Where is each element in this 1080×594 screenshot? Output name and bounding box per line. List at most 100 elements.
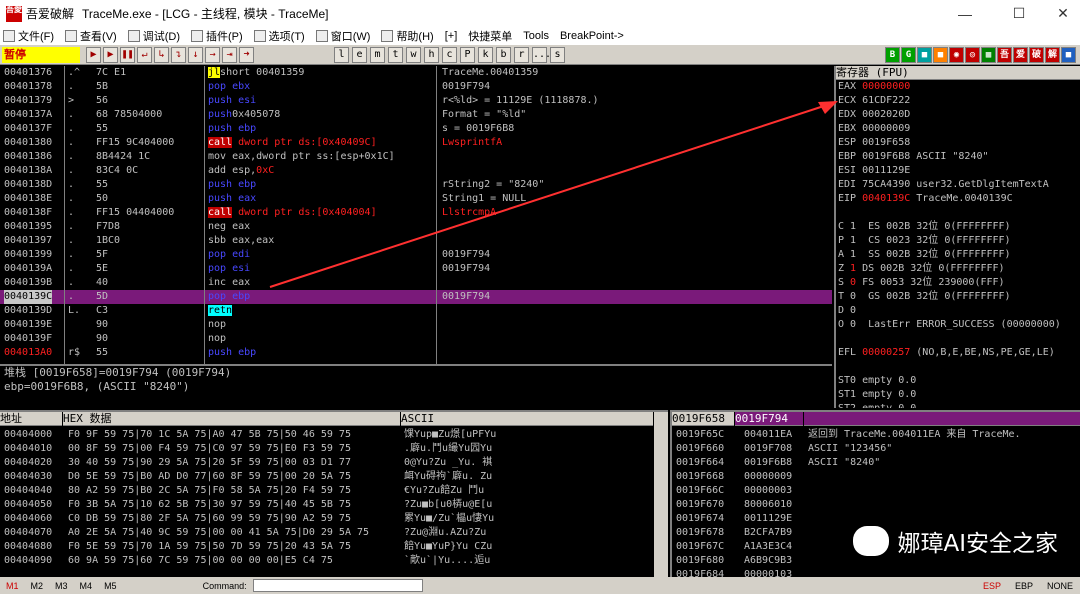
- dump-pane[interactable]: 地址 HEX 数据 ASCII 00404000 F0 9F 59 75|70 1…: [0, 410, 668, 577]
- disasm-row[interactable]: 0040137F. 55 push ebp s = 0019F6B8: [0, 122, 832, 136]
- disasm-row[interactable]: 0040138F. FF15 04404000 call dword ptr ds:…: [0, 206, 832, 220]
- window-shortcut-button[interactable]: h: [424, 47, 439, 63]
- dump-scrollbar[interactable]: [654, 412, 668, 577]
- stack-row[interactable]: 0019F670 80006010: [672, 498, 1080, 512]
- stack-row[interactable]: 0019F65C 004011EA 返回到 TraceMe.004011EA 来自 …: [672, 428, 1080, 442]
- bookmark-button[interactable]: M5: [104, 581, 117, 591]
- register-line[interactable]: S 0 FS 0053 32位 239000(FFF): [838, 276, 1080, 290]
- disasm-row[interactable]: 00401386. 8B4424 1C mov eax,dword ptr ss:[…: [0, 150, 832, 164]
- toolbar-button[interactable]: ⇥: [222, 47, 237, 63]
- menu-item[interactable]: 窗口(W): [313, 28, 379, 44]
- window-shortcut-button[interactable]: k: [478, 47, 493, 63]
- register-line[interactable]: ST0 empty 0.0: [838, 374, 1080, 388]
- menu-item[interactable]: 查看(V): [62, 28, 125, 44]
- disasm-row[interactable]: 00401397. 1BC0 sbb eax,eax: [0, 234, 832, 248]
- disasm-row[interactable]: 0040138D. 55 push ebp rString2 = "8240": [0, 178, 832, 192]
- toolbar-button[interactable]: ↳: [154, 47, 169, 63]
- menu-item[interactable]: Tools: [520, 30, 557, 42]
- window-shortcut-button[interactable]: e: [352, 47, 367, 63]
- toolbar-button[interactable]: ▶: [86, 47, 101, 63]
- dump-row[interactable]: 00404000 F0 9F 59 75|70 1C 5A 75|A0 47 5B…: [0, 428, 652, 442]
- minimize-button[interactable]: —: [942, 0, 988, 27]
- dump-row[interactable]: 00404080 F0 5E 59 75|70 1A 59 75|50 7D 59…: [0, 540, 652, 554]
- disasm-row[interactable]: 0040139D L. C3 retn: [0, 304, 832, 318]
- window-shortcut-button[interactable]: t: [388, 47, 403, 63]
- disasm-row[interactable]: 0040139C. 5D pop ebp 0019F794: [0, 290, 832, 304]
- disasm-row[interactable]: 0040139E 90 nop: [0, 318, 832, 332]
- menu-item[interactable]: 快捷菜单: [465, 28, 520, 44]
- register-line[interactable]: ESP 0019F658: [838, 136, 1080, 150]
- plugin-button[interactable]: ◉: [949, 47, 964, 63]
- stack-row[interactable]: 0019F66C 00000003: [672, 484, 1080, 498]
- register-line[interactable]: D 0: [838, 304, 1080, 318]
- dump-row[interactable]: 00404060 C0 DB 59 75|80 2F 5A 75|60 99 59…: [0, 512, 652, 526]
- plugin-button[interactable]: 爱: [1013, 47, 1028, 63]
- register-line[interactable]: [838, 332, 1080, 346]
- registers-pane[interactable]: 寄存器 (FPU) EAX 00000000 ECX 61CDF222 EDX 00…: [834, 66, 1080, 408]
- bookmark-button[interactable]: M1: [6, 581, 19, 591]
- toolbar-button[interactable]: ▶: [103, 47, 118, 63]
- plugin-button[interactable]: ▦: [981, 47, 996, 63]
- stack-row[interactable]: 0019F684 00000103: [672, 568, 1080, 577]
- menu-item[interactable]: 帮助(H): [378, 28, 441, 44]
- register-line[interactable]: EIP 0040139C TraceMe.0040139C: [838, 192, 1080, 206]
- register-line[interactable]: A 1 SS 002B 32位 0(FFFFFFFF): [838, 248, 1080, 262]
- disasm-row[interactable]: 00401399. 5F pop edi 0019F794: [0, 248, 832, 262]
- dump-row[interactable]: 00404090 60 9A 59 75|60 7C 59 75|00 00 00…: [0, 554, 652, 568]
- register-line[interactable]: Z 1 DS 002B 32位 0(FFFFFFFF): [838, 262, 1080, 276]
- window-shortcut-button[interactable]: s: [550, 47, 565, 63]
- plugin-button[interactable]: 解: [1045, 47, 1060, 63]
- register-line[interactable]: EAX 00000000: [838, 80, 1080, 94]
- maximize-button[interactable]: ☐: [996, 0, 1042, 27]
- register-line[interactable]: ST1 empty 0.0: [838, 388, 1080, 402]
- toolbar-button[interactable]: →: [205, 47, 220, 63]
- menu-item[interactable]: 插件(P): [188, 28, 251, 44]
- register-line[interactable]: [838, 206, 1080, 220]
- register-line[interactable]: P 1 CS 0023 32位 0(FFFFFFFF): [838, 234, 1080, 248]
- dump-row[interactable]: 00404040 80 A2 59 75|B0 2C 5A 75|F0 58 5A…: [0, 484, 652, 498]
- toolbar-button[interactable]: ↵: [137, 47, 152, 63]
- register-line[interactable]: T 0 GS 002B 32位 0(FFFFFFFF): [838, 290, 1080, 304]
- menu-item[interactable]: 文件(F): [0, 28, 62, 44]
- plugin-button[interactable]: ■: [917, 47, 932, 63]
- disasm-row[interactable]: 0040139B. 40 inc eax: [0, 276, 832, 290]
- toolbar-button[interactable]: ➜: [239, 47, 254, 63]
- register-line[interactable]: EFL 00000257 (NO,B,E,BE,NS,PE,GE,LE): [838, 346, 1080, 360]
- window-shortcut-button[interactable]: ...: [532, 47, 551, 63]
- plugin-button[interactable]: B: [885, 47, 900, 63]
- menu-item[interactable]: BreakPoint->: [557, 30, 632, 42]
- toolbar-button[interactable]: ❚❚: [120, 47, 135, 63]
- disasm-row[interactable]: 00401379 >56 push esi r<%ld> = 11129E (1118…: [0, 94, 832, 108]
- register-line[interactable]: EDI 75CA4390 user32.GetDlgItemTextA: [838, 178, 1080, 192]
- disasm-row[interactable]: 00401395. F7D8 neg eax: [0, 220, 832, 234]
- disasm-row[interactable]: 0040139F 90 nop: [0, 332, 832, 346]
- menu-item[interactable]: [+]: [442, 30, 466, 42]
- window-shortcut-button[interactable]: c: [442, 47, 457, 63]
- toolbar-button[interactable]: ↓: [188, 47, 203, 63]
- dump-row[interactable]: 00404020 30 40 59 75|90 29 5A 75|20 5F 59…: [0, 456, 652, 470]
- register-line[interactable]: C 1 ES 002B 32位 0(FFFFFFFF): [838, 220, 1080, 234]
- dump-row[interactable]: 00404030 D0 5E 59 75|B0 AD D0 77|60 8F 59…: [0, 470, 652, 484]
- menu-item[interactable]: 选项(T): [251, 28, 313, 44]
- window-shortcut-button[interactable]: P: [460, 47, 475, 63]
- command-input[interactable]: [252, 579, 423, 592]
- register-line[interactable]: O 0 LastErr ERROR_SUCCESS (00000000): [838, 318, 1080, 332]
- dump-row[interactable]: 00404010 00 8F 59 75|00 F4 59 75|C0 97 59…: [0, 442, 652, 456]
- status-flag[interactable]: EBP: [1015, 581, 1033, 591]
- stack-row[interactable]: 0019F660 0019F708 ASCII "123456": [672, 442, 1080, 456]
- disasm-row[interactable]: 0040139A. 5E pop esi 0019F794: [0, 262, 832, 276]
- plugin-button[interactable]: ■: [1061, 47, 1076, 63]
- status-flag[interactable]: NONE: [1047, 581, 1073, 591]
- close-button[interactable]: ✕: [1040, 0, 1080, 27]
- stack-row[interactable]: 0019F664 0019F6B8 ASCII "8240": [672, 456, 1080, 470]
- dump-row[interactable]: 00404050 F0 3B 5A 75|10 62 5B 75|30 97 59…: [0, 498, 652, 512]
- window-shortcut-button[interactable]: b: [496, 47, 511, 63]
- disasm-row[interactable]: 00401380. FF15 9C404000 call dword ptr ds:…: [0, 136, 832, 150]
- stack-row[interactable]: 0019F668 00000009: [672, 470, 1080, 484]
- disasm-row[interactable]: 0040137A. 68 78504000 push0x405078 Format =…: [0, 108, 832, 122]
- register-line[interactable]: EBP 0019F6B8 ASCII "8240": [838, 150, 1080, 164]
- window-shortcut-button[interactable]: w: [406, 47, 421, 63]
- plugin-button[interactable]: 破: [1029, 47, 1044, 63]
- plugin-button[interactable]: 吾: [997, 47, 1012, 63]
- status-flag[interactable]: ESP: [983, 581, 1001, 591]
